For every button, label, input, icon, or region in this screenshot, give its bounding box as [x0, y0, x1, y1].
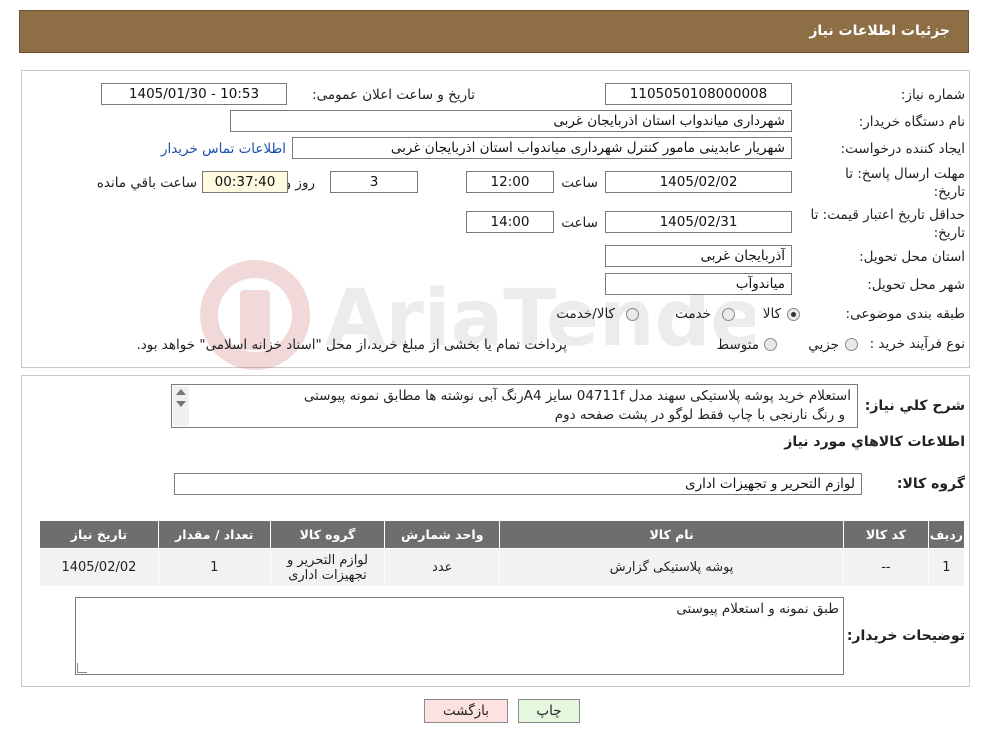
city-label: شهر محل تحویل:: [867, 277, 965, 293]
remaining-time-field: 00:37:40: [202, 171, 288, 193]
back-button[interactable]: بازگشت: [424, 699, 508, 723]
deadline-label-line2: تاریخ:: [933, 184, 965, 200]
table-row: 1 -- پوشه پلاستیکی گزارش عدد لوازم التحر…: [39, 548, 966, 587]
cell-unit: عدد: [384, 548, 501, 587]
description-line2: و رنگ نارنجی با چاپ فقط لوگو در پشت صفحه…: [554, 407, 845, 423]
goods-group-label: گروه کالا:: [896, 476, 965, 492]
province-field: آذربایجان غربی: [605, 245, 792, 267]
deadline-time-label: ساعت: [561, 175, 598, 191]
validity-time-label: ساعت: [561, 215, 598, 231]
deadline-time-field: 12:00: [466, 171, 554, 193]
cell-date: 1405/02/02: [39, 548, 159, 587]
buyer-notes-text: طبق نمونه و استعلام پیوستی: [676, 601, 839, 617]
description-scrollbar[interactable]: [173, 386, 189, 426]
buyer-notes-label: توضیحات خریدار:: [846, 628, 965, 644]
category-radio-service[interactable]: [722, 308, 735, 321]
remaining-time-label: ساعت باقي مانده: [96, 175, 197, 191]
process-option-minor: جزیي: [808, 337, 839, 353]
category-option-goods: کالا: [762, 306, 781, 322]
resize-handle-icon[interactable]: [77, 663, 87, 673]
requester-label: ایجاد کننده درخواست:: [840, 141, 965, 157]
goods-section-title: اطلاعات کالاهاي مورد نیاز: [784, 434, 965, 450]
col-code: کد کالا: [843, 520, 929, 549]
cell-group-line2: تجهیزات اداری: [288, 567, 367, 583]
buyer-notes-textarea[interactable]: طبق نمونه و استعلام پیوستی: [75, 597, 844, 675]
col-group: گروه کالا: [269, 520, 386, 549]
scroll-up-icon[interactable]: [176, 389, 186, 395]
category-radio-goods[interactable]: [787, 308, 800, 321]
category-option-goods-service: کالا/خدمت: [556, 306, 615, 322]
scroll-down-icon[interactable]: [176, 401, 186, 407]
validity-date-field: 1405/02/31: [605, 211, 792, 233]
deadline-days-field: 3: [330, 171, 418, 193]
validity-time-field: 14:00: [466, 211, 554, 233]
need-number-field: 1105050108000008: [605, 83, 792, 105]
col-row: ردیف: [927, 520, 966, 549]
process-radio-minor[interactable]: [845, 338, 858, 351]
process-option-medium: متوسط: [716, 337, 759, 353]
buyer-org-field: شهرداری میاندواب استان اذربایجان غربی: [230, 110, 792, 132]
table-header-row: ردیف کد کالا نام کالا واحد شمارش گروه کا…: [39, 520, 966, 549]
category-option-service: خدمت: [675, 306, 711, 322]
requester-field: شهریار عابدینی مامور کنترل شهرداری میاند…: [292, 137, 792, 159]
goods-table: ردیف کد کالا نام کالا واحد شمارش گروه کا…: [39, 520, 966, 587]
announce-field: 1405/01/30 - 10:53: [101, 83, 287, 105]
buyer-org-label: نام دستگاه خریدار:: [858, 114, 965, 130]
city-field: میاندوآب: [605, 273, 792, 295]
validity-label-line2: تاریخ:: [933, 225, 965, 241]
province-label: استان محل تحویل:: [859, 249, 965, 265]
goods-group-field: لوازم التحریر و تجهیزات اداری: [174, 473, 862, 495]
col-date: تاریخ نیاز: [39, 520, 159, 549]
cell-code: --: [843, 548, 929, 587]
deadline-label-line1: مهلت ارسال پاسخ: تا: [845, 166, 965, 182]
deadline-date-field: 1405/02/02: [605, 171, 792, 193]
deadline-days-label: روز و: [284, 175, 315, 191]
validity-label-line1: حداقل تاریخ اعتبار قیمت: تا: [810, 207, 965, 223]
col-name: نام کالا: [499, 520, 845, 549]
cell-name: پوشه پلاستیکی گزارش: [499, 548, 845, 587]
category-label: طبقه بندی موضوعی:: [845, 306, 965, 322]
description-line1: استعلام خرید پوشه پلاستیکی سهند مدل 0471…: [303, 388, 851, 404]
page-header: جزئیات اطلاعات نیاز: [19, 10, 969, 53]
description-textarea[interactable]: استعلام خرید پوشه پلاستیکی سهند مدل 0471…: [171, 384, 858, 428]
announce-label: تاریخ و ساعت اعلان عمومی:: [312, 87, 475, 103]
cell-qty: 1: [157, 548, 271, 587]
description-label: شرح کلي نیاز:: [864, 398, 965, 414]
cell-group: لوازم التحریر و تجهیزات اداری: [269, 548, 386, 587]
page-title: جزئیات اطلاعات نیاز: [809, 23, 950, 39]
need-number-label: شماره نیاز:: [900, 87, 965, 103]
category-radio-goods-service[interactable]: [626, 308, 639, 321]
process-note: پرداخت تمام یا بخشی از مبلغ خرید،از محل …: [136, 337, 567, 353]
col-unit: واحد شمارش: [384, 520, 501, 549]
process-radio-medium[interactable]: [764, 338, 777, 351]
cell-group-line1: لوازم التحریر و: [286, 552, 368, 568]
watermark-logo: AriaTender.neT: [200, 260, 755, 370]
buyer-contact-link[interactable]: اطلاعات تماس خریدار: [161, 141, 286, 157]
process-label: نوع فرآیند خرید :: [869, 336, 965, 352]
cell-row: 1: [927, 548, 966, 587]
col-qty: تعداد / مقدار: [157, 520, 271, 549]
print-button[interactable]: چاپ: [518, 699, 580, 723]
